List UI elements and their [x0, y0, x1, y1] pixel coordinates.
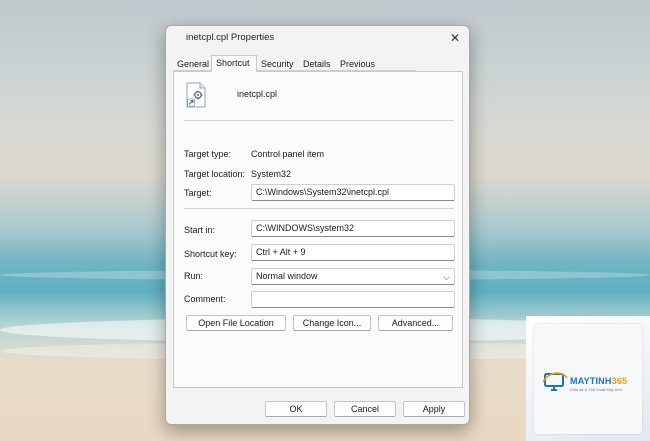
- tab-details[interactable]: Details: [299, 57, 336, 71]
- apply-button[interactable]: Apply: [403, 401, 465, 417]
- comment-input[interactable]: [251, 291, 455, 308]
- change-icon-button[interactable]: Change Icon...: [293, 315, 371, 331]
- tab-general[interactable]: General: [173, 57, 211, 71]
- brand-name: MAYTINH365: [570, 376, 628, 386]
- start-in-input[interactable]: C:\WINDOWS\system32: [251, 220, 455, 237]
- title-bar: inetcpl.cpl Properties ✕: [166, 26, 469, 50]
- target-location-label: Target location:: [184, 169, 246, 179]
- file-name: inetcpl.cpl: [237, 89, 278, 99]
- target-location-value: System32: [251, 169, 292, 179]
- target-type-value: Control panel item: [251, 149, 325, 159]
- divider: [184, 120, 454, 121]
- run-selected-value: Normal window: [256, 271, 318, 281]
- target-label: Target:: [184, 188, 212, 198]
- cancel-button[interactable]: Cancel: [334, 401, 396, 417]
- open-file-location-button[interactable]: Open File Location: [186, 315, 286, 331]
- tab-shortcut[interactable]: Shortcut: [211, 55, 257, 72]
- tab-strip: General Shortcut Security Details Previo…: [173, 55, 463, 83]
- chevron-down-icon: ⌵: [443, 272, 450, 282]
- advanced-button[interactable]: Advanced...: [378, 315, 453, 331]
- start-in-label: Start in:: [184, 225, 216, 235]
- target-type-label: Target type:: [184, 149, 232, 159]
- shortcut-panel: inetcpl.cpl Target type: Control panel i…: [173, 71, 463, 388]
- dialog-footer: OK Cancel Apply: [166, 392, 469, 424]
- close-button[interactable]: ✕: [441, 28, 469, 48]
- close-icon: ✕: [449, 31, 461, 45]
- tab-previous-versions[interactable]: Previous Versions: [336, 57, 416, 83]
- logo-card: MAYTINH365 Chia sẻ & Thủ thuật Máy tính: [534, 324, 642, 434]
- ok-button[interactable]: OK: [265, 401, 327, 417]
- watermark-logo: MAYTINH365 Chia sẻ & Thủ thuật Máy tính: [526, 316, 650, 441]
- monitor-logo-icon: [542, 372, 568, 391]
- run-label: Run:: [184, 271, 204, 281]
- shortcut-key-label: Shortcut key:: [184, 249, 237, 259]
- shortcut-key-input[interactable]: Ctrl + Alt + 9: [251, 244, 455, 261]
- target-input[interactable]: C:\Windows\System32\inetcpl.cpl: [251, 184, 455, 201]
- brand-tagline: Chia sẻ & Thủ thuật Máy tính: [570, 387, 622, 392]
- properties-dialog: inetcpl.cpl Properties ✕ General Shortcu…: [165, 25, 470, 425]
- run-select[interactable]: Normal window ⌵: [251, 268, 455, 285]
- divider: [184, 208, 454, 209]
- window-title: inetcpl.cpl Properties: [186, 32, 275, 43]
- shortcut-file-icon: [186, 82, 206, 108]
- tab-security[interactable]: Security: [257, 57, 299, 71]
- comment-label: Comment:: [184, 294, 226, 304]
